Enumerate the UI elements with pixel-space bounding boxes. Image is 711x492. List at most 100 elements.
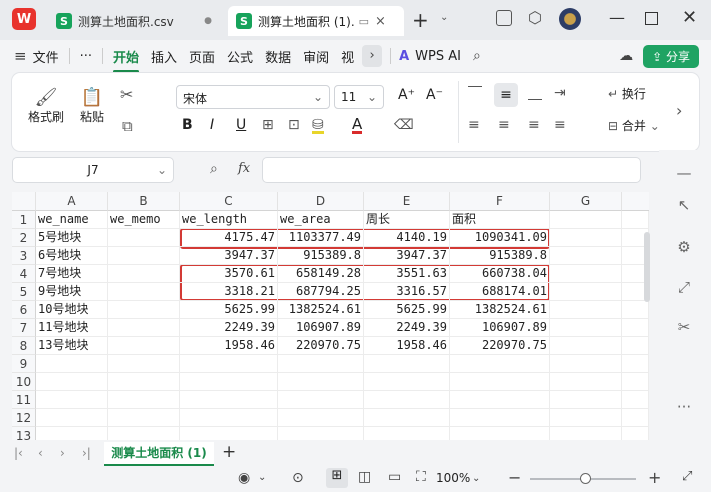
table-cell[interactable] [550, 229, 622, 247]
avatar[interactable] [559, 8, 581, 30]
table-cell[interactable] [622, 319, 649, 337]
table-cell[interactable]: 2249.39 [364, 319, 450, 337]
table-cell[interactable]: 6号地块 [36, 247, 108, 265]
table-cell[interactable] [108, 373, 180, 391]
row-header[interactable]: 6 [12, 301, 36, 319]
menu-home[interactable]: 开始 [107, 47, 145, 73]
row-header[interactable]: 8 [12, 337, 36, 355]
add-sheet-button[interactable]: + [222, 442, 236, 462]
format-painter-button[interactable]: 🖌 格式刷 [24, 87, 68, 125]
table-cell[interactable]: we_area [278, 211, 364, 229]
row-header[interactable]: 1 [12, 211, 36, 229]
page-layout-view-icon[interactable]: ▭ [388, 469, 401, 485]
border-icon[interactable]: ⊞ [262, 117, 274, 133]
font-size-select[interactable]: 11 ⌄ [334, 85, 384, 109]
table-cell[interactable] [36, 409, 108, 427]
fill-color-icon[interactable]: ⛁ [312, 117, 324, 134]
font-color-icon[interactable]: A [352, 115, 363, 134]
page-break-view-icon[interactable]: ◫ [358, 469, 371, 485]
table-cell[interactable] [278, 409, 364, 427]
table-cell[interactable]: 3551.63 [364, 265, 450, 283]
table-cell[interactable]: 周长 [364, 211, 450, 229]
hamburger-icon[interactable]: ≡ [14, 47, 27, 65]
row-header[interactable]: 9 [12, 355, 36, 373]
table-cell[interactable] [108, 265, 180, 283]
table-cell[interactable] [364, 409, 450, 427]
table-cell[interactable] [550, 355, 622, 373]
minimize-icon[interactable]: — [609, 8, 625, 27]
chevron-down-icon[interactable]: ⌄ [472, 473, 480, 484]
table-cell[interactable] [278, 391, 364, 409]
row-header[interactable]: 2 [12, 229, 36, 247]
column-header-g[interactable]: G [550, 192, 622, 211]
table-cell[interactable] [108, 391, 180, 409]
column-header-d[interactable]: D [278, 192, 364, 211]
table-cell[interactable] [108, 283, 180, 301]
wrap-text-button[interactable]: ↵ 换行 [608, 85, 646, 102]
table-cell[interactable]: 915389.8 [278, 247, 364, 265]
table-cell[interactable] [108, 247, 180, 265]
paste-button[interactable]: 📋 粘贴 [74, 87, 110, 125]
row-header[interactable]: 5 [12, 283, 36, 301]
table-cell[interactable] [108, 301, 180, 319]
eye-icon[interactable]: ◉ [238, 470, 250, 486]
row-header[interactable]: 7 [12, 319, 36, 337]
table-cell[interactable]: 1382524.61 [278, 301, 364, 319]
table-cell[interactable]: we_memo [108, 211, 180, 229]
table-cell[interactable] [108, 337, 180, 355]
column-header-h[interactable] [622, 192, 649, 211]
table-cell[interactable]: 3570.61 [180, 265, 278, 283]
copy-icon[interactable]: ⧉ [122, 117, 133, 135]
expand-icon[interactable]: ⤢ [673, 276, 695, 298]
table-cell[interactable] [550, 409, 622, 427]
column-header-f[interactable]: F [450, 192, 550, 211]
table-cell[interactable]: 220970.75 [278, 337, 364, 355]
table-cell[interactable] [622, 355, 649, 373]
menu-review[interactable]: 审阅 [297, 47, 335, 66]
table-cell[interactable] [550, 211, 622, 229]
table-cell[interactable]: 10号地块 [36, 301, 108, 319]
fit-window-icon[interactable]: ⤢ [682, 469, 692, 484]
menu-wps-ai[interactable]: WPS AI [409, 49, 467, 64]
tools-icon[interactable]: ✂ [673, 316, 695, 338]
vertical-scrollbar[interactable] [644, 232, 650, 302]
wps-logo-icon[interactable]: W [12, 8, 36, 30]
cloud-icon[interactable]: ☁ [619, 48, 633, 64]
table-cell[interactable] [622, 427, 649, 440]
zoom-level[interactable]: 100% [436, 471, 470, 485]
sheet-tab-active[interactable]: 测算土地面积 (1) [104, 442, 214, 466]
select-cursor-icon[interactable]: ↖ [673, 194, 695, 216]
cell-style-icon[interactable]: ⊡ [288, 117, 300, 133]
table-cell[interactable]: 13号地块 [36, 337, 108, 355]
bold-icon[interactable]: B [182, 117, 193, 133]
column-header-e[interactable]: E [364, 192, 450, 211]
table-cell[interactable]: 4140.19 [364, 229, 450, 247]
align-bottom-icon[interactable]: ⎽ [528, 85, 542, 101]
table-cell[interactable] [622, 391, 649, 409]
table-cell[interactable]: 3316.57 [364, 283, 450, 301]
table-cell[interactable]: 687794.25 [278, 283, 364, 301]
window-icon[interactable]: ▭ [359, 15, 369, 28]
table-cell[interactable] [450, 373, 550, 391]
table-cell[interactable] [108, 229, 180, 247]
table-cell[interactable]: 1958.46 [364, 337, 450, 355]
table-cell[interactable]: 106907.89 [450, 319, 550, 337]
table-cell[interactable] [278, 355, 364, 373]
table-cell[interactable] [450, 355, 550, 373]
italic-icon[interactable]: I [210, 117, 214, 133]
share-button[interactable]: ⇪ 分享 [643, 44, 699, 68]
column-header-c[interactable]: C [180, 192, 278, 211]
table-cell[interactable]: 面积 [450, 211, 550, 229]
table-cell[interactable] [550, 337, 622, 355]
table-cell[interactable] [180, 427, 278, 440]
table-cell[interactable] [180, 355, 278, 373]
normal-view-icon[interactable]: ⊞ [326, 468, 348, 488]
table-cell[interactable] [550, 247, 622, 265]
table-cell[interactable]: 1103377.49 [278, 229, 364, 247]
menu-more[interactable]: ··· [74, 49, 98, 64]
table-cell[interactable]: we_name [36, 211, 108, 229]
table-cell[interactable]: 660738.04 [450, 265, 550, 283]
table-cell[interactable]: 11号地块 [36, 319, 108, 337]
row-header[interactable]: 12 [12, 409, 36, 427]
menu-insert[interactable]: 插入 [145, 47, 183, 66]
